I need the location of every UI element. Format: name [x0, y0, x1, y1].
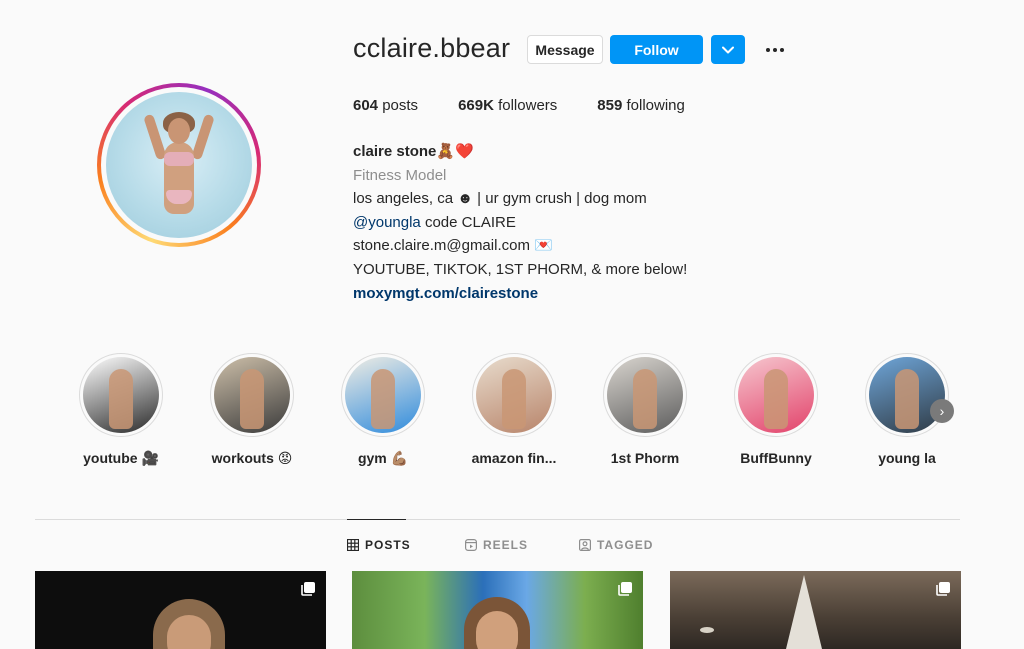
highlight-cover [869, 357, 945, 433]
highlight-cover [738, 357, 814, 433]
figure-top [164, 152, 194, 166]
profile-category: Fitness Model [353, 166, 447, 184]
posts-label: posts [382, 97, 419, 114]
carousel-icon [936, 582, 950, 596]
highlight-figure [633, 369, 657, 429]
highlight-ring [79, 353, 163, 437]
highlight-label: BuffBunny [740, 450, 812, 466]
highlight-cover [476, 357, 552, 433]
highlight-cover [83, 357, 159, 433]
highlight-cover [345, 357, 421, 433]
post-subject-face [476, 611, 518, 649]
highlight-item[interactable]: 1st Phorm [602, 353, 688, 466]
profile-full-name: claire stone🧸❤️ [353, 143, 474, 160]
highlight-ring [472, 353, 556, 437]
posts-stat[interactable]: 604 posts [353, 97, 418, 114]
post-scene [786, 575, 822, 649]
tab-tagged-label: TAGGED [597, 538, 654, 552]
tab-reels-label: REELS [483, 538, 529, 552]
tab-tagged[interactable]: TAGGED [579, 538, 653, 552]
profile-bio: claire stone🧸❤️ Fitness Model los angele… [353, 140, 687, 305]
active-tab-indicator [347, 519, 406, 520]
following-stat[interactable]: 859 following [597, 97, 685, 114]
followers-stat[interactable]: 669K followers [458, 97, 557, 114]
highlight-label: youtube 🎥 [83, 450, 159, 466]
highlight-label: workouts 😡 [211, 450, 293, 466]
highlight-item[interactable]: gym 💪🏽 [340, 353, 426, 467]
tagged-icon [579, 539, 591, 551]
highlight-ring [210, 353, 294, 437]
next-arrow-icon[interactable]: › [930, 399, 954, 423]
highlight-cover [214, 357, 290, 433]
followers-count: 669K [458, 97, 494, 114]
bio-line: YOUTUBE, TIKTOK, 1ST PHORM, & more below… [353, 260, 688, 278]
avatar-photo [106, 92, 252, 238]
story-highlights: youtube 🎥 workouts 😡 gym 💪🏽 amazon fin... 1s… [78, 353, 958, 473]
chevron-down-icon [722, 46, 734, 53]
follow-button[interactable]: Follow [610, 35, 703, 64]
highlight-item[interactable]: workouts 😡 [209, 353, 295, 467]
highlight-label: 1st Phorm [610, 450, 680, 466]
highlight-ring [603, 353, 687, 437]
post-thumbnail[interactable] [670, 571, 961, 649]
reels-icon [465, 539, 477, 551]
carousel-icon [301, 582, 315, 596]
highlight-item[interactable]: BuffBunny [733, 353, 819, 466]
figure-head [168, 118, 190, 144]
highlight-ring [865, 353, 949, 437]
tab-reels[interactable]: REELS [465, 538, 528, 552]
grid-icon [347, 539, 359, 551]
tabs-divider [35, 519, 960, 520]
bio-external-link[interactable]: moxymgt.com/clairestone [353, 282, 687, 306]
carousel-icon [618, 582, 632, 596]
highlight-figure [109, 369, 133, 429]
post-thumbnail[interactable] [352, 571, 643, 649]
dot [766, 48, 770, 52]
highlight-item[interactable]: youtube 🎥 [78, 353, 164, 467]
highlight-label: gym 💪🏽 [357, 450, 409, 466]
highlight-item[interactable]: amazon fin... [471, 353, 557, 466]
mention-link[interactable]: @youngla [353, 214, 421, 231]
bio-line: @youngla code CLAIRE [353, 211, 687, 235]
tab-posts-label: POSTS [365, 538, 411, 552]
more-options-icon[interactable] [762, 36, 788, 64]
bio-line: los angeles, ca ☻ | ur gym crush | dog m… [353, 190, 647, 208]
posts-count: 604 [353, 97, 379, 114]
profile-username: cclaire.bbear [353, 33, 511, 63]
post-scene [700, 627, 714, 633]
highlight-label: young la [878, 450, 936, 466]
highlight-figure [240, 369, 264, 429]
bio-text: code CLAIRE [420, 213, 516, 231]
highlight-cover [607, 357, 683, 433]
followers-label: followers [498, 97, 558, 114]
profile-avatar[interactable] [97, 83, 261, 247]
highlight-figure [502, 369, 526, 429]
tab-posts[interactable]: POSTS [347, 538, 411, 552]
following-label: following [626, 97, 685, 114]
suggested-accounts-button[interactable] [711, 35, 745, 64]
highlight-ring [734, 353, 818, 437]
dot [780, 48, 784, 52]
dot [773, 48, 777, 52]
profile-stats: 604 posts 669K followers 859 following [353, 97, 725, 114]
highlight-figure [895, 369, 919, 429]
highlight-figure [764, 369, 788, 429]
highlight-label: amazon fin... [471, 450, 557, 466]
highlight-figure [371, 369, 395, 429]
post-thumbnail[interactable] [35, 571, 326, 649]
bio-email: stone.claire.m@gmail.com 💌 [353, 237, 553, 255]
highlight-ring [341, 353, 425, 437]
following-count: 859 [597, 97, 623, 114]
message-button[interactable]: Message [527, 35, 603, 64]
